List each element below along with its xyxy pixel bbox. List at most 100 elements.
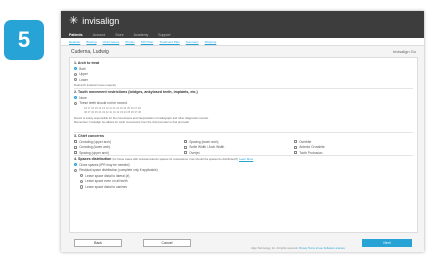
concern-label: Anterior Crossbite bbox=[299, 145, 325, 150]
checkbox[interactable] bbox=[184, 140, 188, 144]
checkbox[interactable] bbox=[74, 145, 78, 149]
section-title: 2. Tooth movement restrictions (bridges,… bbox=[74, 90, 198, 94]
logo-text: invisalign bbox=[82, 16, 120, 26]
option-label: Leave space even on all teeth bbox=[85, 179, 128, 184]
concern-item[interactable]: Spacing (lower arch) bbox=[184, 140, 294, 144]
cancel-button[interactable]: Cancel bbox=[143, 239, 191, 247]
lower-teeth-numbers: 48 47 46 45 44 43 42 41 31 32 33 34 35 3… bbox=[84, 111, 141, 115]
radio[interactable] bbox=[80, 174, 84, 178]
checkbox[interactable] bbox=[294, 151, 298, 155]
disclaimer-note: Doctor is solely responsible for the cor… bbox=[74, 115, 209, 120]
nav-academy[interactable]: Academy bbox=[134, 33, 149, 38]
option-label: Leave space distal to lateral (#) bbox=[85, 173, 130, 178]
radio[interactable] bbox=[80, 185, 84, 189]
step-nav: Retainer Bracing Chart Issues Photos STP… bbox=[61, 38, 424, 46]
concern-label: Spacing (lower arch) bbox=[189, 139, 219, 144]
nav-patients[interactable]: Patients bbox=[69, 33, 83, 38]
concern-item[interactable]: Smile Width / Arch Width bbox=[184, 145, 294, 149]
section-title: 1. Arch to treat bbox=[74, 61, 100, 65]
reminder-note: Remember: Invisalign Go allows for tooth… bbox=[74, 120, 190, 125]
legal-footer: Align Technology, Inc. All rights reserv… bbox=[251, 247, 345, 250]
checkbox[interactable] bbox=[184, 145, 188, 149]
checkbox[interactable] bbox=[184, 151, 188, 155]
radio[interactable] bbox=[74, 101, 78, 105]
concern-label: Smile Width / Arch Width bbox=[189, 145, 225, 150]
section-note: Dual arch treatment (see request) bbox=[74, 83, 116, 88]
step-link-stp-plan[interactable]: STP Plan bbox=[141, 40, 154, 44]
concern-label: Crowding (lower arch) bbox=[79, 145, 111, 150]
concern-item[interactable]: Crowding (lower arch) bbox=[74, 145, 184, 149]
sub-option-distal-canines[interactable]: Leave space distal to canines bbox=[74, 185, 414, 189]
concern-item[interactable]: Anterior Crossbite bbox=[294, 145, 404, 149]
back-button[interactable]: Back bbox=[74, 239, 122, 247]
step-link-retainer[interactable]: Retainer bbox=[69, 40, 80, 44]
option-upper[interactable]: Upper bbox=[74, 72, 116, 76]
concern-item[interactable]: Crowding (upper arch) bbox=[74, 140, 184, 144]
concerns-column-1: Crowding (upper arch) Crowding (lower ar… bbox=[74, 138, 184, 155]
section-arch-to-treat: 1. Arch to treat Both Upper Lower Dual a… bbox=[74, 61, 116, 87]
invisalign-star-icon: ✳ bbox=[69, 14, 79, 27]
concerns-column-2: Spacing (lower arch) Smile Width / Arch … bbox=[184, 138, 294, 155]
option-these-teeth[interactable]: These teeth should not be moved: bbox=[74, 101, 209, 105]
step-link-summary[interactable]: Summary bbox=[186, 40, 199, 44]
section-tooth-restrictions: 2. Tooth movement restrictions (bridges,… bbox=[74, 90, 209, 124]
nav-account[interactable]: Account bbox=[93, 33, 106, 38]
app-window: ✳ invisalign Patients Account Store Acad… bbox=[61, 11, 424, 252]
option-label: Residual space distribution (complete on… bbox=[79, 168, 158, 173]
concerns-column-3: Overbite Anterior Crossbite Tooth Protru… bbox=[294, 138, 404, 155]
step-link-chart-issues[interactable]: Chart Issues bbox=[103, 40, 120, 44]
option-both[interactable]: Both bbox=[74, 67, 116, 71]
option-lower[interactable]: Lower bbox=[74, 78, 116, 82]
divider bbox=[74, 132, 413, 133]
step-link-treatment-plan[interactable]: Treatment Plan bbox=[159, 40, 179, 44]
option-residual-space[interactable]: Residual space distribution (complete on… bbox=[74, 168, 414, 172]
next-button[interactable]: Next bbox=[362, 239, 412, 247]
terms-link[interactable]: Terms of use bbox=[308, 247, 323, 250]
radio-selected[interactable] bbox=[74, 96, 78, 100]
option-none[interactable]: None bbox=[74, 96, 209, 100]
invisalign-logo[interactable]: ✳ invisalign bbox=[69, 14, 120, 27]
option-label: Lower bbox=[79, 77, 88, 82]
option-close-spaces[interactable]: Close spaces (IPR may be needed) bbox=[74, 163, 414, 167]
privacy-link[interactable]: Privacy bbox=[299, 247, 308, 250]
divider bbox=[74, 155, 413, 156]
sub-option-even[interactable]: Leave space even on all teeth bbox=[74, 179, 414, 183]
radio[interactable] bbox=[74, 168, 78, 172]
divider bbox=[74, 88, 413, 89]
radio[interactable] bbox=[80, 179, 84, 183]
radio[interactable] bbox=[74, 72, 78, 76]
concern-label: Overbite bbox=[299, 139, 312, 144]
prescription-form: 1. Arch to treat Both Upper Lower Dual a… bbox=[69, 57, 418, 233]
checkbox[interactable] bbox=[294, 145, 298, 149]
nav-store[interactable]: Store bbox=[115, 33, 123, 38]
radio[interactable] bbox=[74, 78, 78, 82]
option-label: Upper bbox=[79, 72, 88, 77]
learn-more-link[interactable]: Learn More bbox=[239, 157, 253, 161]
step-link-shipping[interactable]: Shipping bbox=[205, 40, 217, 44]
radio-selected[interactable] bbox=[74, 163, 78, 167]
concern-item[interactable]: Overbite bbox=[294, 140, 404, 144]
option-label: Both bbox=[79, 66, 86, 71]
upper-teeth-chart[interactable]: 18 17 16 15 14 13 12 11 21 22 23 24 25 2… bbox=[74, 107, 209, 110]
step-link-bracing[interactable]: Bracing bbox=[86, 40, 96, 44]
upper-teeth-numbers: 18 17 16 15 14 13 12 11 21 22 23 24 25 2… bbox=[84, 106, 141, 110]
option-label: These teeth should not be moved: bbox=[79, 101, 128, 106]
legal-text: Align Technology, Inc. All rights reserv… bbox=[251, 247, 299, 250]
concerns-grid: Crowding (upper arch) Crowding (lower ar… bbox=[74, 138, 414, 155]
nav-support[interactable]: Support bbox=[158, 33, 170, 38]
step-number-badge: 5 bbox=[4, 20, 44, 60]
sub-option-distal-lateral[interactable]: Leave space distal to lateral (#) bbox=[74, 174, 414, 178]
checkbox[interactable] bbox=[74, 140, 78, 144]
lower-teeth-chart[interactable]: 48 47 46 45 44 43 42 41 31 32 33 34 35 3… bbox=[74, 111, 209, 114]
radio-selected[interactable] bbox=[74, 67, 78, 71]
checkbox[interactable] bbox=[74, 151, 78, 155]
step-link-photos[interactable]: Photos bbox=[125, 40, 134, 44]
patient-name: Cuderna, Ludwig bbox=[71, 48, 109, 55]
main-nav: Patients Account Store Academy Support bbox=[61, 31, 424, 38]
checkbox[interactable] bbox=[294, 140, 298, 144]
section-spaces-distribution: 4. Spaces distribution (for those cases … bbox=[74, 157, 414, 189]
product-name: Invisalign Go bbox=[392, 49, 416, 54]
concern-label: Crowding (upper arch) bbox=[79, 139, 111, 144]
section-title: 4. Spaces distribution bbox=[74, 157, 112, 161]
software-licenses-link[interactable]: Software Licenses bbox=[324, 247, 345, 250]
